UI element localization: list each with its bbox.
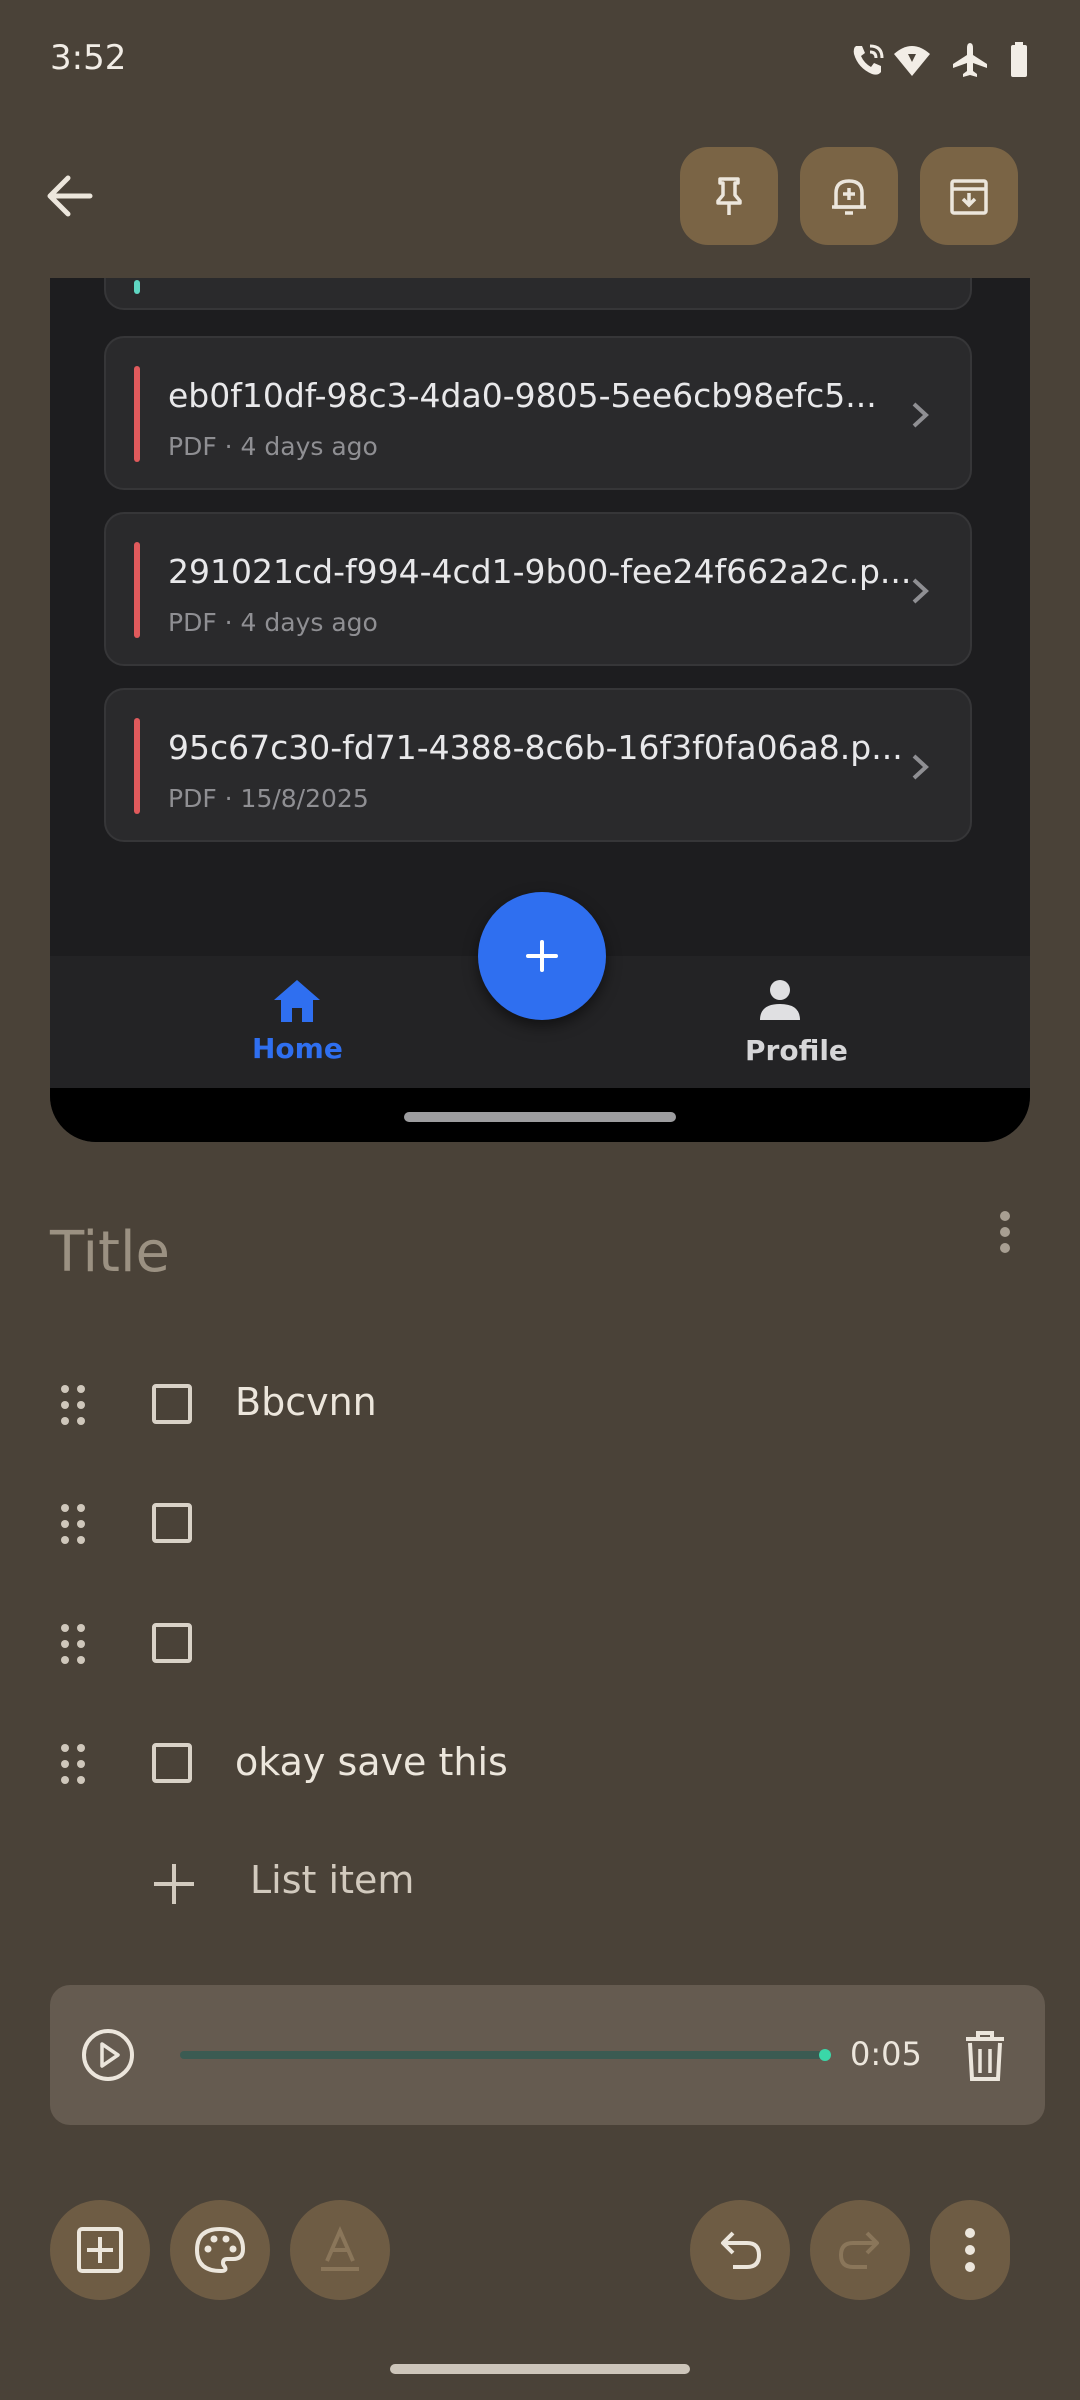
list-item-text[interactable]: okay save this [235,1740,508,1784]
list-item-text[interactable]: Bbcvnn [235,1380,377,1424]
file-meta: PDF · 15/8/2025 [168,784,369,813]
archive-button[interactable] [920,147,1018,245]
file-name: 291021cd-f994-4cd1-9b00-fee24f662a2c.p..… [168,552,912,591]
audio-progress-track[interactable] [180,2051,825,2059]
wifi-calling-icon [853,44,884,75]
plus-icon [526,940,558,972]
more-vert-icon [965,2228,975,2272]
embedded-screenshot: eb0f10df-98c3-4da0-9805-5ee6cb98efc5... … [50,278,1030,1142]
delete-icon[interactable] [960,2029,1010,2083]
more-vert-icon[interactable] [990,1208,1020,1258]
archive-icon [950,179,988,215]
battery-icon [1011,42,1027,77]
status-time: 3:52 [50,38,127,78]
undo-icon [721,2231,762,2269]
add-list-item-icon[interactable] [152,1862,196,1906]
audio-progress-thumb[interactable] [819,2049,831,2061]
file-card: 95c67c30-fd71-4388-8c6b-16f3f0fa06a8.p..… [104,688,972,842]
nav-home-label: Home [252,1032,343,1065]
drag-handle-icon[interactable] [58,1502,88,1546]
file-card: eb0f10df-98c3-4da0-9805-5ee6cb98efc5... … [104,336,972,490]
home-indicator[interactable] [390,2364,690,2374]
add-fab [478,892,606,1020]
nav-profile-label: Profile [745,1034,848,1067]
file-meta: PDF · 4 days ago [168,608,378,637]
add-content-button[interactable] [50,2200,150,2300]
chevron-right-icon [912,402,929,428]
palette-icon [194,2226,246,2274]
profile-icon [760,980,800,1020]
file-name: eb0f10df-98c3-4da0-9805-5ee6cb98efc5... [168,376,877,415]
file-card-partial [104,278,972,310]
home-icon [274,980,320,1022]
pin-icon [716,177,742,215]
drag-handle-icon[interactable] [58,1383,88,1427]
file-meta: PDF · 4 days ago [168,432,378,461]
item-checkbox[interactable] [152,1743,192,1783]
drag-handle-icon[interactable] [58,1622,88,1666]
add-box-icon [77,2227,123,2273]
file-name: 95c67c30-fd71-4388-8c6b-16f3f0fa06a8.p..… [168,728,903,767]
background-color-button[interactable] [170,2200,270,2300]
more-options-button[interactable] [930,2200,1010,2300]
title-input[interactable]: Title [50,1220,170,1285]
redo-icon [838,2231,879,2269]
drag-handle-icon[interactable] [58,1742,88,1786]
reminder-icon [832,179,866,215]
pin-button[interactable] [680,147,778,245]
chevron-right-icon [912,578,929,604]
audio-player: 0:05 [50,1985,1045,2125]
item-checkbox[interactable] [152,1503,192,1543]
text-format-button [290,2200,390,2300]
text-format-icon [321,2225,359,2271]
item-checkbox[interactable] [152,1384,192,1424]
wifi-icon [894,46,930,76]
audio-duration: 0:05 [850,2035,922,2073]
reminder-button[interactable] [800,147,898,245]
undo-button[interactable] [690,2200,790,2300]
add-list-item-button[interactable]: List item [250,1858,414,1902]
redo-button [810,2200,910,2300]
item-checkbox[interactable] [152,1623,192,1663]
play-icon[interactable] [80,2027,136,2083]
chevron-right-icon [912,754,929,780]
back-arrow-icon[interactable] [40,166,100,226]
inner-home-indicator [404,1112,676,1122]
file-card: 291021cd-f994-4cd1-9b00-fee24f662a2c.p..… [104,512,972,666]
airplane-icon [953,43,987,77]
